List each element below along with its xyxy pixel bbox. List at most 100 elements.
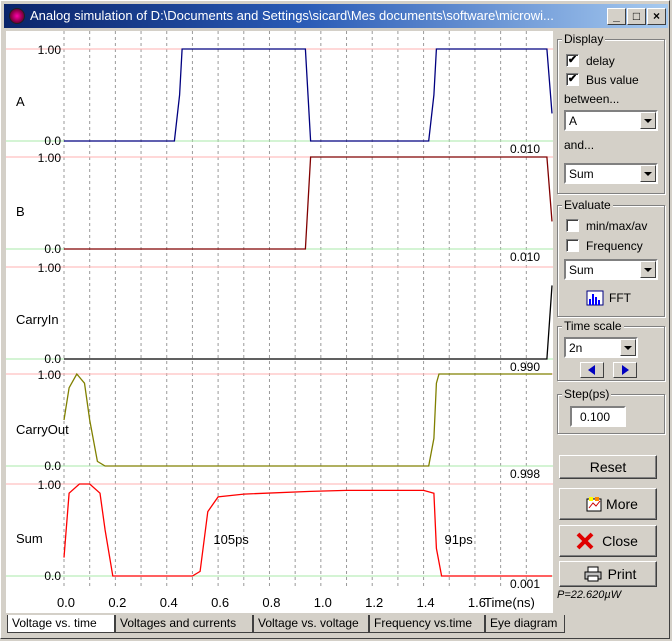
x-tick-label: 0.6 [211,595,229,610]
view-tabs: Voltage vs. time Voltages and currents V… [5,615,669,635]
and-label: and... [564,138,595,152]
timescale-right-button[interactable] [613,362,637,378]
fft-icon [586,290,604,306]
close-button[interactable]: Close [559,525,657,557]
trace-line-carryout [63,372,552,467]
trace-name-label: CarryOut [16,422,69,437]
x-tick-label: 1.4 [417,595,435,610]
step-value: 0.100 [580,410,611,424]
app-icon[interactable] [9,8,25,24]
window-title: Analog simulation of D:\Documents and Se… [30,8,554,23]
trace-high-label: 1.00 [38,261,62,275]
tab-voltages-and-currents[interactable]: Voltages and currents [115,615,253,633]
evaluate-group-title: Evaluate [562,198,613,212]
evaluate-group: Evaluate min/max/av Frequency Sum FFT [557,198,665,317]
timescale-value: 2n [569,341,583,355]
trace-low-label: 0.0 [44,459,61,473]
x-tick-label: 1.2 [365,595,383,610]
minmax-label: min/max/av [586,219,648,233]
tab-frequency-vs-time[interactable]: Frequency vs.time [369,615,485,633]
timescale-left-button[interactable] [580,362,604,378]
trace-low-label: 0.0 [44,569,61,583]
delay-label: delay [586,54,615,68]
x-axis-label: Time(ns) [484,595,535,610]
between-label: between... [564,92,620,106]
trace-name-label: CarryIn [16,312,59,327]
more-button[interactable]: More [559,488,657,520]
trace-high-label: 1.00 [38,151,62,165]
power-readout: P=22.620µW [557,589,622,601]
tab-voltage-vs-voltage[interactable]: Voltage vs. voltage [253,615,369,633]
control-panel: Display ✔ delay ✔ Bus value between... A… [555,31,669,613]
trace-name-label: A [16,94,25,109]
between-select[interactable]: A [564,110,658,131]
maximize-button[interactable]: □ [627,8,646,25]
trace-end-value: 0.990 [510,360,540,374]
bus-value-label: Bus value [586,73,639,87]
x-tick-label: 0.2 [108,595,126,610]
waveform-chart: 1.00 0.0 A 0.010 1.00 0.0 B 0.010 1.00 0.0 CarryIn… [6,31,553,610]
trace-high-label: 1.00 [38,478,62,492]
trace-low-label: 0.0 [44,242,61,256]
evaluate-select[interactable]: Sum [564,259,658,280]
arrow-right-icon [622,365,629,375]
minmax-checkbox[interactable] [566,219,579,232]
trace-low-label: 0.0 [44,352,61,366]
print-button[interactable]: Print [559,561,657,587]
chevron-down-icon[interactable] [640,261,656,278]
trace-line-b [64,156,553,250]
frequency-label: Frequency [586,239,643,253]
between-select-value: A [569,114,578,128]
trace-end-value: 0.010 [510,142,540,156]
minimize-button[interactable]: _ [607,8,626,25]
delay-annotation: 91ps [445,532,474,547]
timescale-group: Time scale 2n [557,319,665,381]
delay-checkbox[interactable]: ✔ [566,54,579,67]
trace-end-value: 0.010 [510,250,540,264]
step-input[interactable]: 0.100 [570,406,626,427]
and-select-value: Sum [569,167,594,181]
more-label: More [606,496,638,512]
display-group: Display ✔ delay ✔ Bus value between... A… [557,32,665,194]
x-tick-label: 0.8 [262,595,280,610]
trace-name-label: B [16,204,25,219]
trace-high-label: 1.00 [38,368,62,382]
and-select[interactable]: Sum [564,163,658,184]
step-group: Step(ps) 0.100 [557,387,665,434]
trace-end-value: 0.998 [510,467,540,481]
tab-voltage-vs-time[interactable]: Voltage vs. time [7,615,115,633]
x-tick-label: 0.0 [57,595,75,610]
tab-eye-diagram[interactable]: Eye diagram [485,615,565,633]
x-tick-label: 0.4 [160,595,178,610]
trace-line-a [64,48,553,142]
trace-name-label: Sum [16,531,43,546]
reset-label: Reset [589,459,627,475]
chevron-down-icon[interactable] [640,112,656,129]
reset-button[interactable]: Reset [559,455,657,479]
step-title: Step(ps) [562,387,612,401]
trace-low-label: 0.0 [44,134,61,148]
evaluate-select-value: Sum [569,263,594,277]
frequency-checkbox[interactable] [566,239,579,252]
trace-high-label: 1.00 [38,43,62,57]
delay-annotation: 105ps [213,532,249,547]
title-bar[interactable]: Analog simulation of D:\Documents and Se… [4,4,668,28]
arrow-left-icon [588,365,595,375]
display-group-title: Display [562,32,606,46]
waveform-plot[interactable]: 1.00 0.0 A 0.010 1.00 0.0 B 0.010 1.00 0.0 CarryIn… [6,31,553,613]
close-window-button[interactable]: × [647,8,666,25]
fft-button[interactable]: FFT [586,290,646,310]
print-label: Print [607,566,637,582]
bus-value-checkbox[interactable]: ✔ [566,73,579,86]
timescale-title: Time scale [562,319,624,333]
x-tick-label: 1.0 [314,595,332,610]
chevron-down-icon[interactable] [620,339,636,356]
trace-line-carryin [64,285,553,360]
chevron-down-icon[interactable] [640,165,656,182]
trace-line-sum [63,483,552,577]
app-window: Analog simulation of D:\Documents and Se… [0,0,670,639]
timescale-select[interactable]: 2n [564,337,638,358]
fft-label: FFT [609,291,631,305]
trace-end-value: 0.001 [510,577,540,591]
close-label: Close [602,533,638,549]
